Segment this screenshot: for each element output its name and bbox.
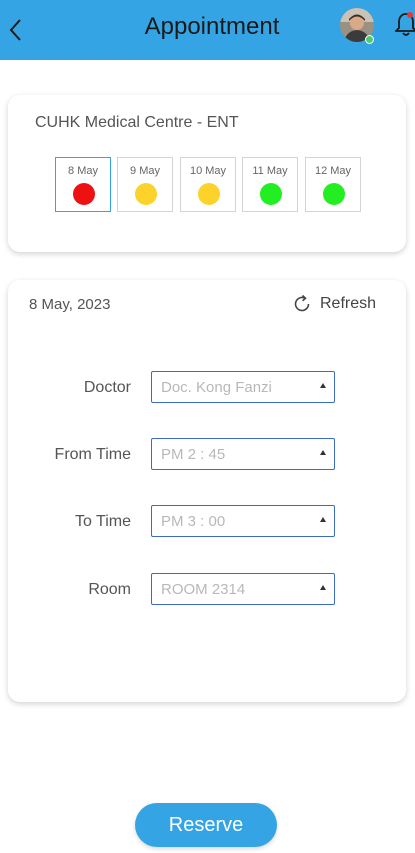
date-chip-8-may[interactable]: 8 May [55,157,111,212]
refresh-button[interactable]: Refresh [292,293,376,315]
reserve-button[interactable]: Reserve [135,803,277,847]
to-time-label: To Time [74,513,131,530]
availability-dot [323,183,345,205]
refresh-icon [294,294,310,312]
caret-up-icon [320,517,326,522]
online-status-dot [365,35,374,44]
availability-dot [260,183,282,205]
date-chip-label: 9 May [130,165,160,177]
to-time-value: PM 3 : 00 [161,513,226,530]
availability-dot [73,183,95,205]
app-header: Appointment [0,0,415,60]
availability-dot [198,183,220,205]
doctor-select[interactable]: Doc. Kong Fanzi [151,371,335,403]
caret-up-icon [320,383,326,388]
date-chip-10-may[interactable]: 10 May [180,157,236,212]
date-chip-label: 10 May [189,165,227,177]
caret-up-icon [320,450,326,455]
room-label: Room [88,581,131,598]
from-time-select[interactable]: PM 2 : 45 [151,438,335,470]
room-value: ROOM 2314 [161,581,246,598]
selected-date: 8 May, 2023 [29,296,111,313]
date-chip-9-may[interactable]: 9 May [117,157,173,212]
doctor-label: Doctor [83,379,131,396]
clinic-name: CUHK Medical Centre - ENT [35,114,239,131]
date-chip-label: 12 May [314,165,352,177]
refresh-label: Refresh [320,295,377,312]
doctor-value: Doc. Kong Fanzi [161,379,272,396]
clinic-card: CUHK Medical Centre - ENT 8 May 9 May 10… [8,95,406,252]
to-time-select[interactable]: PM 3 : 00 [151,505,335,537]
from-time-value: PM 2 : 45 [161,446,226,463]
caret-up-icon [320,585,326,590]
from-time-label: From Time [54,446,131,463]
date-chip-11-may[interactable]: 11 May [242,157,298,212]
availability-dot [135,183,157,205]
date-chip-label: 8 May [68,165,98,177]
appointment-details-card: 8 May, 2023 Refresh Doctor Doc. Kong Fan… [8,280,406,702]
date-chip-12-may[interactable]: 12 May [305,157,361,212]
date-chip-label: 11 May [252,165,288,177]
room-select[interactable]: ROOM 2314 [151,573,335,605]
notification-badge [407,12,413,18]
